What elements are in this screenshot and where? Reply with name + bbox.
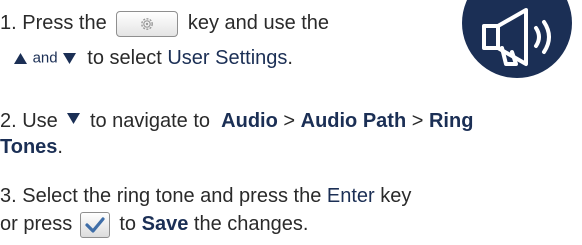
step3-prefix-text: 3. Select the ring tone and press the bbox=[0, 185, 322, 207]
triangle-down-icon bbox=[63, 53, 77, 65]
step3-line1: 3. Select the ring tone and press the En… bbox=[0, 183, 411, 209]
breadcrumb-separator: > bbox=[283, 110, 296, 132]
breadcrumb-separator: > bbox=[411, 110, 424, 132]
step3-key-text: key bbox=[380, 185, 412, 207]
step3-or-press-text: or press bbox=[0, 213, 73, 235]
step2-prefix-text: 2. Use bbox=[0, 110, 58, 132]
triangle-down-icon bbox=[67, 113, 81, 125]
audio-path-label: Audio Path bbox=[300, 110, 407, 132]
step1-suffix-text: key and use the bbox=[187, 12, 330, 34]
step2-line1: 2. Use to navigate to Audio > Audio Path… bbox=[0, 108, 473, 134]
gear-icon bbox=[141, 17, 154, 30]
user-settings-label: User Settings bbox=[167, 47, 288, 69]
save-key-button bbox=[79, 211, 110, 238]
step1-line1: 1. Press the key and use the bbox=[0, 10, 329, 37]
and-text: and bbox=[32, 49, 58, 67]
tones-label: Tones bbox=[0, 136, 58, 158]
step2-line2: Tones. bbox=[0, 134, 63, 160]
step2-mid-text: to navigate to bbox=[89, 110, 211, 132]
checkmark-icon bbox=[85, 217, 105, 233]
step3-suffix-text: the changes. bbox=[193, 213, 309, 235]
settings-key-button bbox=[116, 10, 179, 37]
step3-to-text: to bbox=[119, 213, 137, 235]
step1-line2: and to select User Settings. bbox=[14, 45, 293, 72]
step1-prefix-text: 1. Press the bbox=[0, 12, 107, 34]
enter-key-label: Enter bbox=[326, 185, 375, 207]
step2-period: . bbox=[57, 136, 63, 158]
save-label: Save bbox=[141, 213, 189, 235]
step3-line2: or press to Save the changes. bbox=[0, 211, 308, 238]
ring-label: Ring bbox=[428, 110, 474, 132]
step1-period: . bbox=[287, 47, 293, 69]
audio-label: Audio bbox=[221, 110, 278, 132]
megaphone-icon bbox=[462, 0, 572, 78]
step1-mid-text: to select bbox=[87, 47, 162, 69]
triangle-up-icon bbox=[14, 53, 27, 65]
